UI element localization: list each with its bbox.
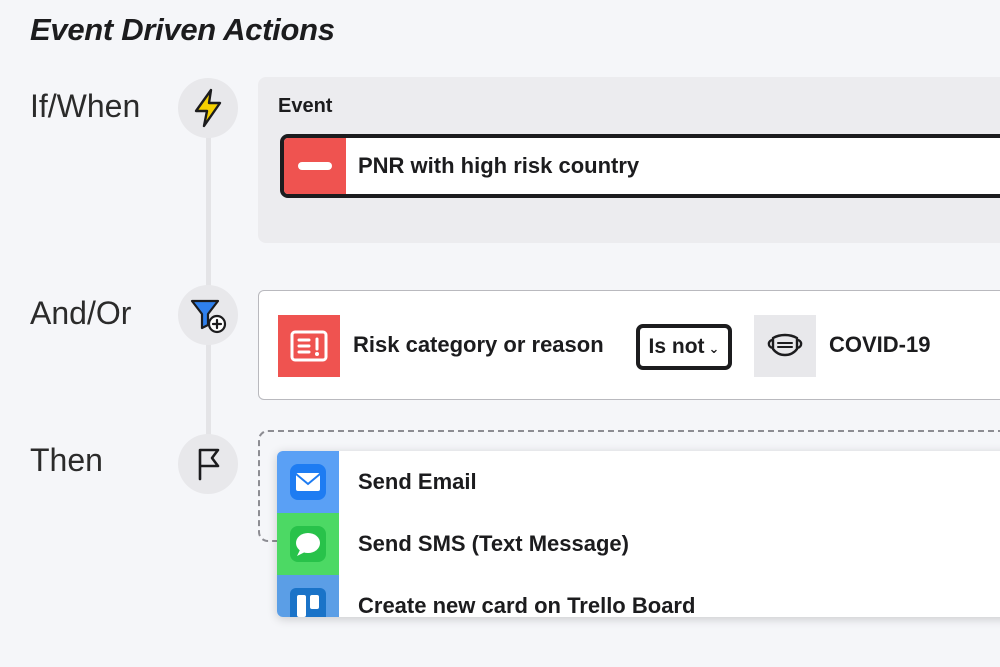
action-label: Send SMS (Text Message): [358, 531, 629, 556]
event-selected-value: PNR with high risk country: [358, 153, 640, 178]
operator-dropdown[interactable]: Is not ⌄: [636, 324, 732, 370]
condition-value-label: COVID-19: [829, 332, 931, 357]
step-label-if-when: If/When: [30, 88, 141, 124]
event-panel: Event PNR with high risk country: [258, 77, 1000, 243]
event-label: Event: [278, 95, 333, 117]
action-label: Send Email: [358, 469, 477, 494]
step-label-and-or: And/Or: [30, 295, 132, 331]
condition-field-label: Risk category or reason: [353, 332, 604, 357]
face-mask-icon: [754, 315, 816, 377]
action-option-send-email[interactable]: Send Email: [277, 451, 1000, 513]
operator-value: Is not: [648, 335, 705, 358]
filter-add-icon[interactable]: [178, 285, 238, 345]
lightning-bolt-icon: [178, 78, 238, 138]
trello-icon: [277, 575, 339, 617]
risk-category-icon: [278, 315, 340, 377]
chevron-down-icon: ⌄: [708, 341, 720, 356]
flag-icon: [178, 434, 238, 494]
action-label: Create new card on Trello Board: [358, 593, 696, 617]
action-option-trello-card[interactable]: Create new card on Trello Board: [277, 575, 1000, 617]
step-label-then: Then: [30, 442, 103, 478]
message-bubble-icon: [277, 513, 339, 575]
action-option-send-sms[interactable]: Send SMS (Text Message): [277, 513, 1000, 575]
page-title: Event Driven Actions: [30, 12, 335, 47]
remove-event-icon[interactable]: [284, 138, 346, 194]
mail-icon: [277, 451, 339, 513]
event-selector[interactable]: PNR with high risk country: [280, 134, 1000, 198]
condition-row: Risk category or reason Is not ⌄ COVID-1…: [258, 290, 1000, 400]
action-options-list: Send Email Send SMS (Text Message) Creat…: [277, 451, 1000, 617]
